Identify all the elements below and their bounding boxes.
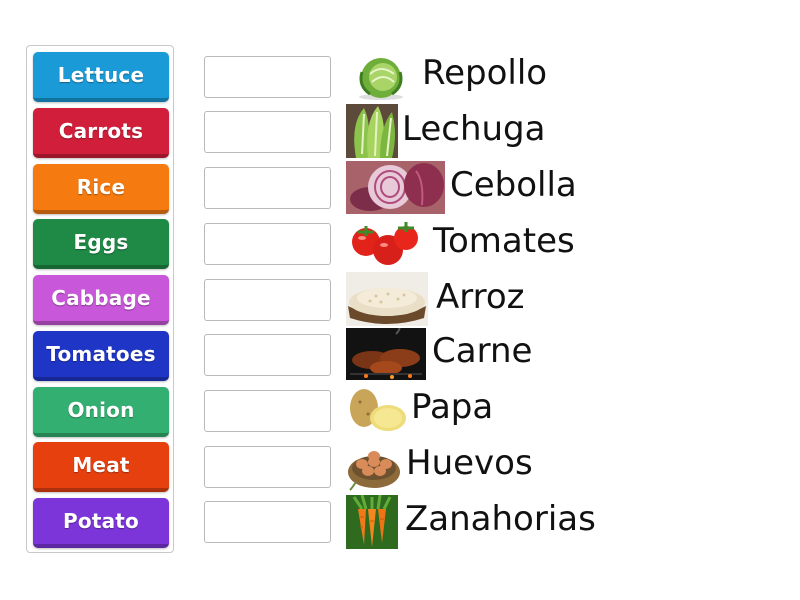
drop-box-3[interactable]: [204, 167, 331, 209]
tile-label: Rice: [76, 175, 126, 199]
cabbage-image: [350, 52, 412, 102]
tile-label: Meat: [72, 453, 130, 477]
tile-eggs[interactable]: Eggs: [33, 219, 169, 269]
tile-label: Onion: [67, 398, 135, 422]
onion-image: [346, 161, 445, 214]
word-label: Huevos: [406, 443, 533, 483]
drop-box-2[interactable]: [204, 111, 331, 153]
tile-carrots[interactable]: Carrots: [33, 108, 169, 158]
word-label: Papa: [411, 387, 494, 427]
tile-label: Eggs: [73, 230, 129, 254]
tile-label: Cabbage: [51, 286, 151, 310]
drop-box-5[interactable]: [204, 279, 331, 321]
drop-box-7[interactable]: [204, 390, 331, 432]
tile-meat[interactable]: Meat: [33, 442, 169, 492]
word-label: Cebolla: [450, 165, 577, 205]
eggs-image: [346, 438, 402, 492]
word-label: Carne: [432, 331, 533, 371]
tile-label: Potato: [63, 509, 139, 533]
drop-box-4[interactable]: [204, 223, 331, 265]
word-label: Arroz: [436, 277, 525, 317]
carrots-image: [346, 495, 398, 549]
drop-box-9[interactable]: [204, 501, 331, 543]
tile-tomatoes[interactable]: Tomatoes: [33, 331, 169, 381]
tile-cabbage[interactable]: Cabbage: [33, 275, 169, 325]
meat-image: [346, 328, 426, 380]
word-label: Tomates: [433, 221, 575, 261]
tile-label: Lettuce: [57, 63, 145, 87]
potato-image: [346, 384, 408, 436]
drop-box-6[interactable]: [204, 334, 331, 376]
tile-rice[interactable]: Rice: [33, 164, 169, 214]
tile-label: Carrots: [58, 119, 144, 143]
word-label: Lechuga: [402, 109, 546, 149]
tile-potato[interactable]: Potato: [33, 498, 169, 548]
drop-box-1[interactable]: [204, 56, 331, 98]
tomatoes-image: [348, 220, 420, 270]
tile-panel: Lettuce Carrots Rice Eggs Cabbage Tomato…: [26, 45, 174, 553]
tile-lettuce[interactable]: Lettuce: [33, 52, 169, 102]
tile-onion[interactable]: Onion: [33, 387, 169, 437]
lettuce-image: [346, 104, 398, 158]
rice-image: [346, 272, 428, 326]
word-label: Repollo: [422, 53, 548, 93]
drop-box-8[interactable]: [204, 446, 331, 488]
tile-label: Tomatoes: [46, 342, 156, 366]
word-label: Zanahorias: [405, 499, 596, 539]
